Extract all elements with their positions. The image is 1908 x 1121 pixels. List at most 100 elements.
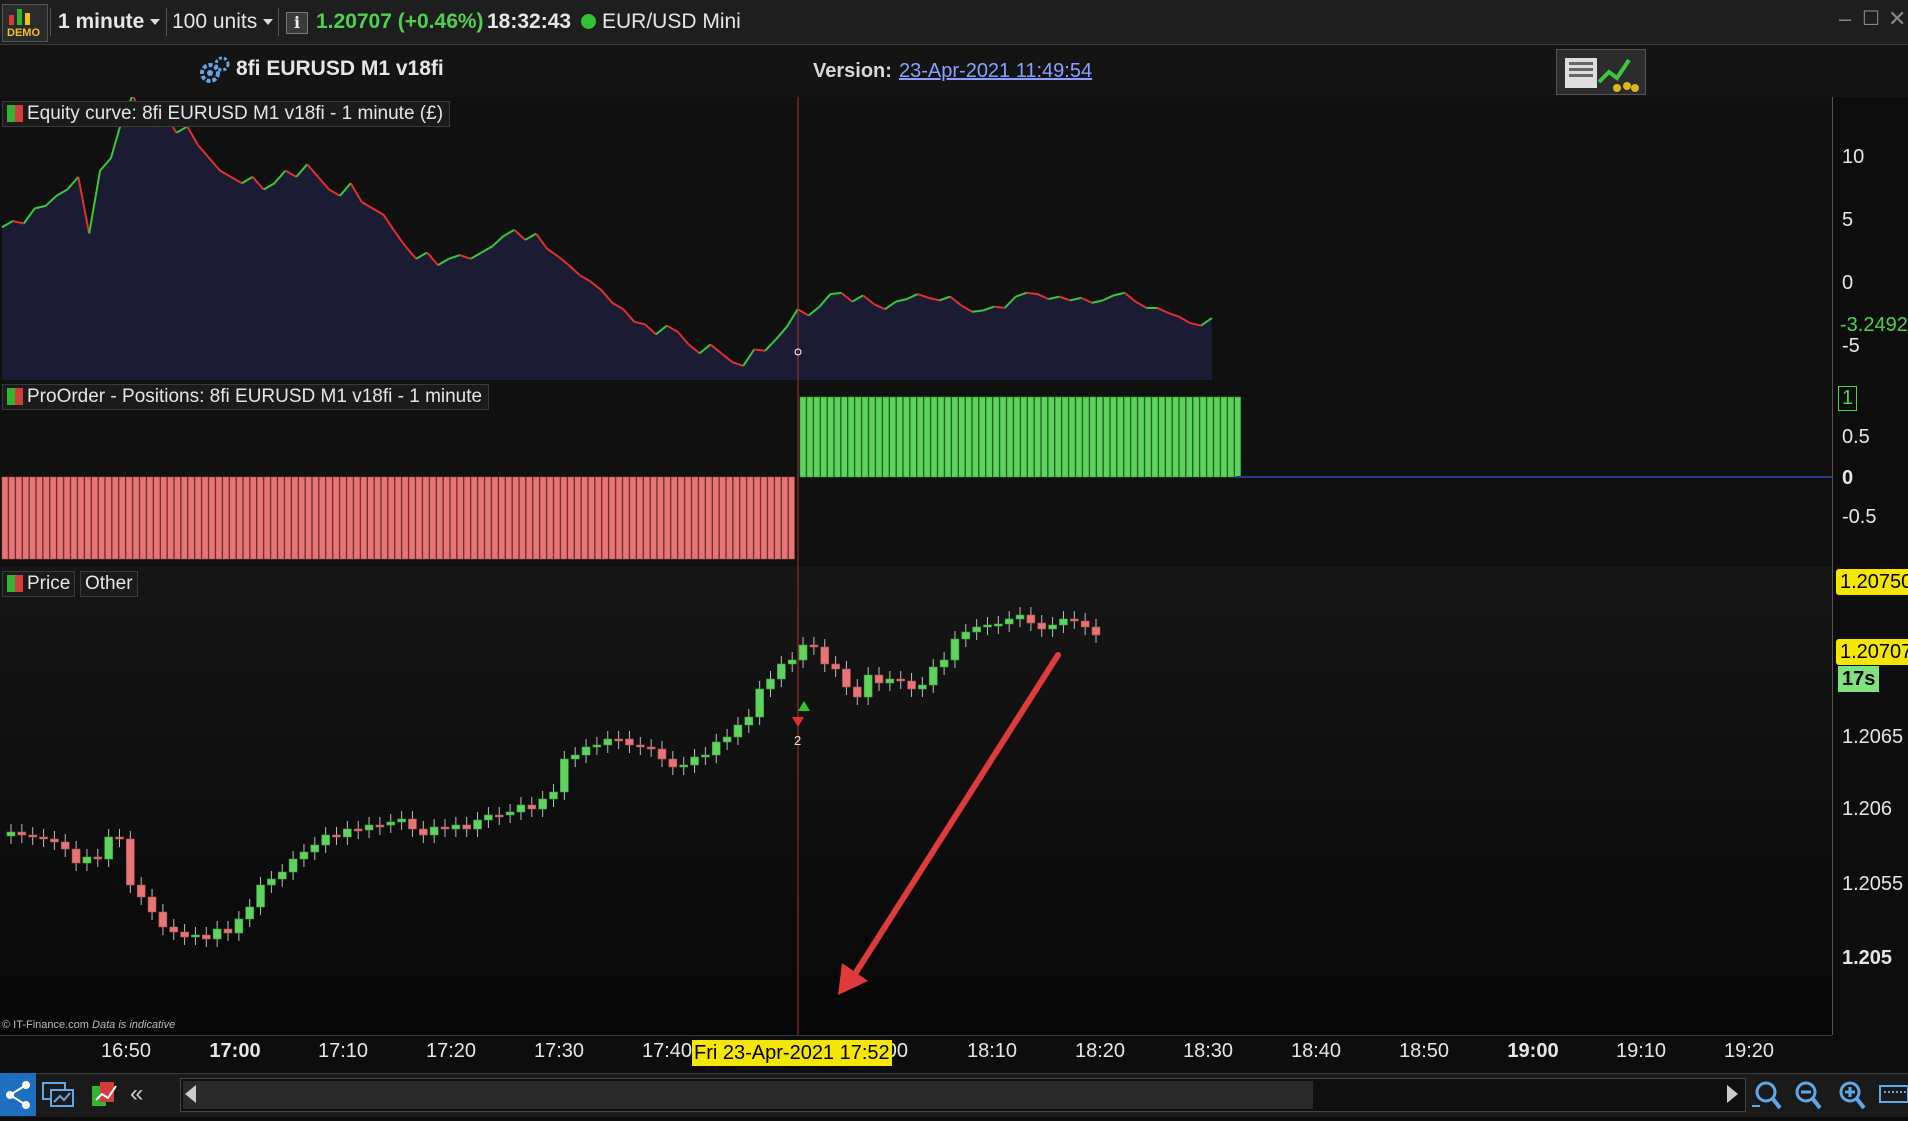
short-position-bar [698,476,706,560]
zoom-fit-icon[interactable] [1752,1081,1782,1110]
top-toolbar: DEMO 1 minute 100 units i 1.20707 (+0.46… [0,0,1908,45]
up-candle [679,764,689,768]
up-candle [429,826,439,836]
time-tick: 17:30 [533,1040,585,1062]
indicator-color-icon [7,388,23,405]
version-link[interactable]: 23-Apr-2021 11:49:54 [899,60,1092,83]
collapse-left-icon[interactable]: « [130,1080,143,1108]
short-position-bar [657,476,664,560]
short-position-bar [767,476,775,560]
long-position-bar [1089,396,1097,478]
time-scrollbar[interactable] [180,1078,1746,1112]
down-candle [440,826,450,830]
up-candle [777,663,786,680]
position-tick: 1 [1838,386,1858,411]
long-position-bar [1117,396,1124,478]
short-position-bar [8,476,16,560]
up-candle [299,851,309,860]
up-candle [560,758,569,793]
short-position-bar [381,476,388,560]
short-position-bar [774,476,781,560]
short-position-bar [415,476,423,560]
short-position-bar [408,476,416,560]
equity-curve-label[interactable]: Equity curve: 8fi EURUSD M1 v18fi - 1 mi… [2,101,451,127]
positions-label[interactable]: ProOrder - Positions: 8fi EURUSD M1 v18f… [2,384,490,410]
down-candle [202,934,211,940]
long-position-bar [1227,396,1235,478]
zoom-in-icon[interactable] [1839,1081,1866,1110]
long-position-bar [1144,396,1152,478]
demo-account-icon[interactable]: DEMO [2,4,48,42]
copyright: © IT-Finance.com [2,1019,89,1031]
scroll-left-icon[interactable] [185,1085,196,1103]
units-dropdown[interactable]: 100 units [172,0,274,44]
scroll-right-icon[interactable] [1727,1085,1738,1103]
short-position-bar [477,476,485,560]
bar-chart-icon [9,9,30,25]
down-candle [158,911,168,928]
windows-icon[interactable] [40,1078,78,1112]
close-icon[interactable]: ✕ [1888,8,1906,30]
up-candle [972,626,981,633]
short-position-bar [174,476,181,560]
down-candle [17,831,27,836]
up-candle [397,818,406,823]
short-position-bar [498,476,505,560]
equity-tick: 10 [1842,146,1865,168]
share-icon[interactable] [0,1073,36,1116]
short-position-bar [319,476,326,560]
timeframe-dropdown[interactable]: 1 minute [58,0,161,44]
up-candle [592,744,602,748]
instrument-name[interactable]: EUR/USD Mini [602,0,741,44]
long-position-bar [979,396,986,478]
down-candle [668,758,678,768]
chevron-down-icon [263,19,274,26]
zoom-out-icon[interactable] [1795,1081,1822,1110]
short-position-bar [457,476,464,560]
short-position-bar [470,476,478,560]
equity-segment [993,305,1005,309]
keyboard-icon[interactable] [1879,1085,1908,1103]
backtest-report-button[interactable] [1556,49,1646,95]
short-position-bar [270,476,278,560]
scrollbar-thumb[interactable] [183,1081,1313,1109]
info-icon[interactable]: i [286,12,308,34]
long-position-bar [834,396,841,478]
short-position-bar [132,476,140,560]
short-position-bar [325,476,333,560]
down-candle [852,686,862,698]
short-position-bar [222,476,230,560]
time-tick: 17:20 [425,1040,477,1062]
equity-segment [1026,291,1038,296]
short-position-bar [643,476,650,560]
short-position-bar [608,476,616,560]
long-position-bar [1027,396,1034,478]
up-candle [755,688,764,718]
short-position-bar [112,476,119,560]
short-position-bar [346,476,354,560]
orders-icon[interactable] [86,1078,120,1112]
down-candle [147,896,157,913]
long-position-bar [923,396,931,478]
short-position-bar [739,476,747,560]
gears-icon [200,56,230,83]
price-label[interactable]: Price [2,571,76,597]
short-position-bar [450,476,457,560]
up-candle [744,716,754,726]
minimize-icon[interactable]: – [1836,8,1854,30]
time-tick: 18:20 [1074,1040,1126,1062]
long-position-bar [1165,396,1172,478]
equity-segment [753,348,766,352]
other-tab[interactable]: Other [80,571,138,597]
down-candle [646,746,656,750]
equity-current-value: -3.2492 [1836,312,1908,338]
up-candle [245,906,254,920]
short-position-bar [760,476,768,560]
short-position-bar [512,476,519,560]
maximize-icon[interactable]: ☐ [1862,8,1880,30]
long-position-bar [1172,396,1179,478]
down-candle [842,668,851,688]
down-candle [169,926,179,933]
divider [278,8,279,36]
divider [50,8,51,36]
